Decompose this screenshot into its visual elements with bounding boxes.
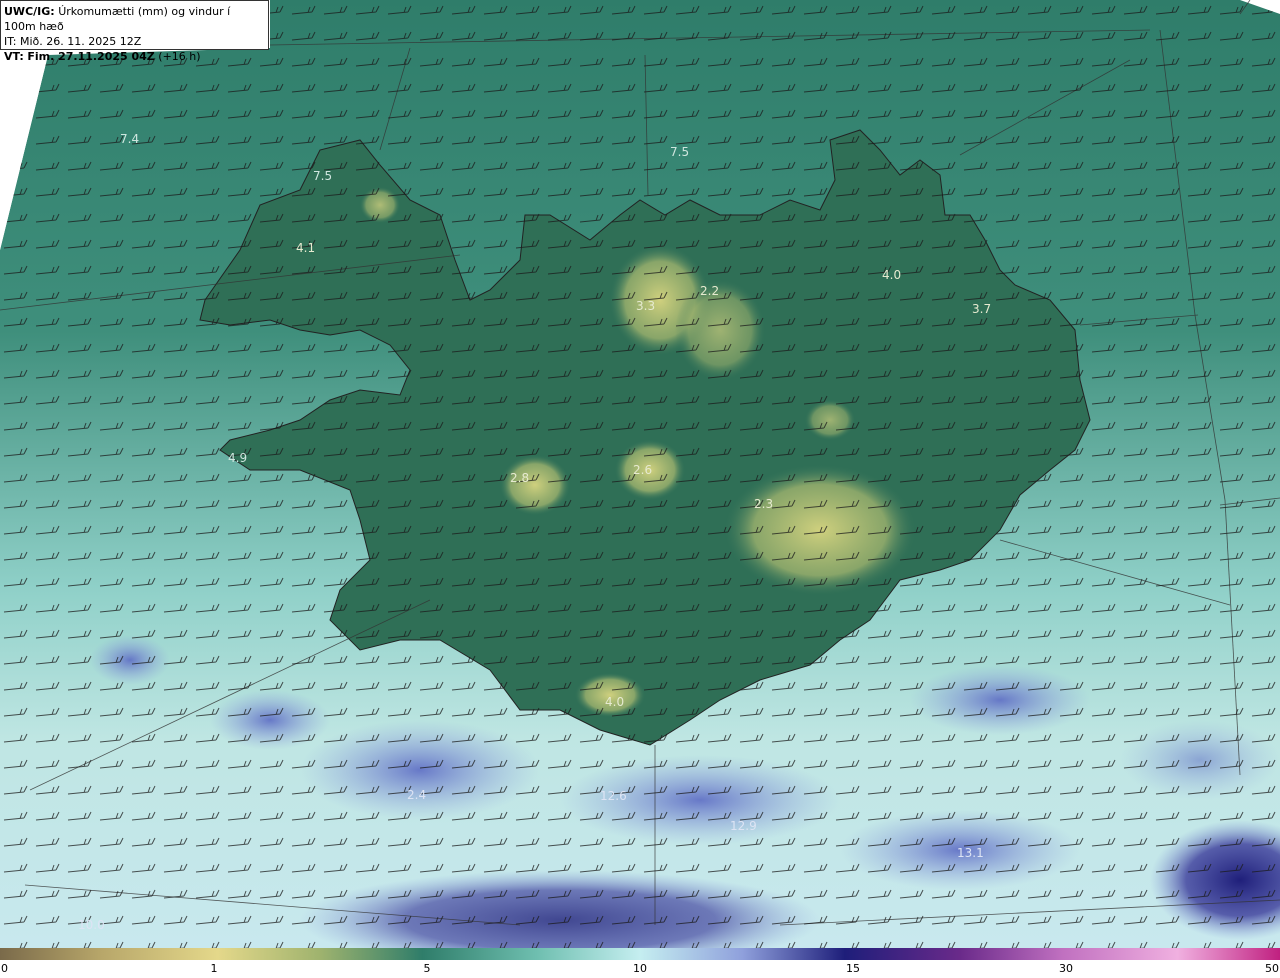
value-label: 7.4 — [120, 132, 139, 146]
value-label: 4.0 — [605, 695, 624, 709]
colorbar-tick: 15 — [846, 962, 860, 975]
value-label: 7.5 — [313, 169, 332, 183]
value-label: 4.0 — [882, 268, 901, 282]
initial-time: Mið. 26. 11. 2025 12Z — [19, 35, 142, 48]
value-label: 3.3 — [636, 299, 655, 313]
value-label: 2.6 — [633, 463, 652, 477]
value-label: 4.1 — [296, 241, 315, 255]
map-info-box: UWC/IG: Úrkomumætti (mm) og vindur í 100… — [0, 0, 269, 63]
product-label: UWC/IG: — [4, 5, 55, 18]
it-prefix: IT: — [4, 35, 17, 48]
initial-time-line: IT: Mið. 26. 11. 2025 12Z — [4, 34, 265, 49]
weather-map: 7.4 7.5 7.5 4.1 3.3 2.2 4.0 3.7 4.9 2.8 … — [0, 0, 1280, 948]
valid-time-line: VT: Fim. 27.11.2025 04Z (+16 h) — [4, 49, 265, 64]
value-label: 7.5 — [670, 145, 689, 159]
colorbar-strip — [0, 948, 1280, 960]
colorbar-tick: 0 — [1, 962, 8, 975]
colorbar-tick: 10 — [633, 962, 647, 975]
value-label: 2.4 — [407, 788, 426, 802]
colorbar-tick: 1 — [210, 962, 218, 975]
value-label: 13.1 — [957, 846, 984, 860]
value-label: 2.3 — [754, 497, 773, 511]
value-label: 12.6 — [600, 789, 627, 803]
colorbar-tick: 30 — [1059, 962, 1073, 975]
value-label: 3.7 — [972, 302, 991, 316]
vt-prefix: VT: — [4, 50, 24, 63]
colorbar-tick: 50 — [1265, 962, 1279, 975]
colorbar-tick: 5 — [423, 962, 431, 975]
lead-time: (+16 h) — [158, 50, 201, 63]
colorbar: 0 1 5 10 15 30 50 — [0, 948, 1280, 978]
valid-time: Fim. 27.11.2025 04Z — [27, 50, 155, 63]
value-label: 4.9 — [228, 451, 247, 465]
value-label: 2.8 — [510, 471, 529, 485]
value-label: 12.9 — [730, 819, 757, 833]
value-label: 10.0 — [78, 918, 105, 932]
value-label: 2.2 — [700, 284, 719, 298]
title-line: UWC/IG: Úrkomumætti (mm) og vindur í 100… — [4, 4, 265, 34]
